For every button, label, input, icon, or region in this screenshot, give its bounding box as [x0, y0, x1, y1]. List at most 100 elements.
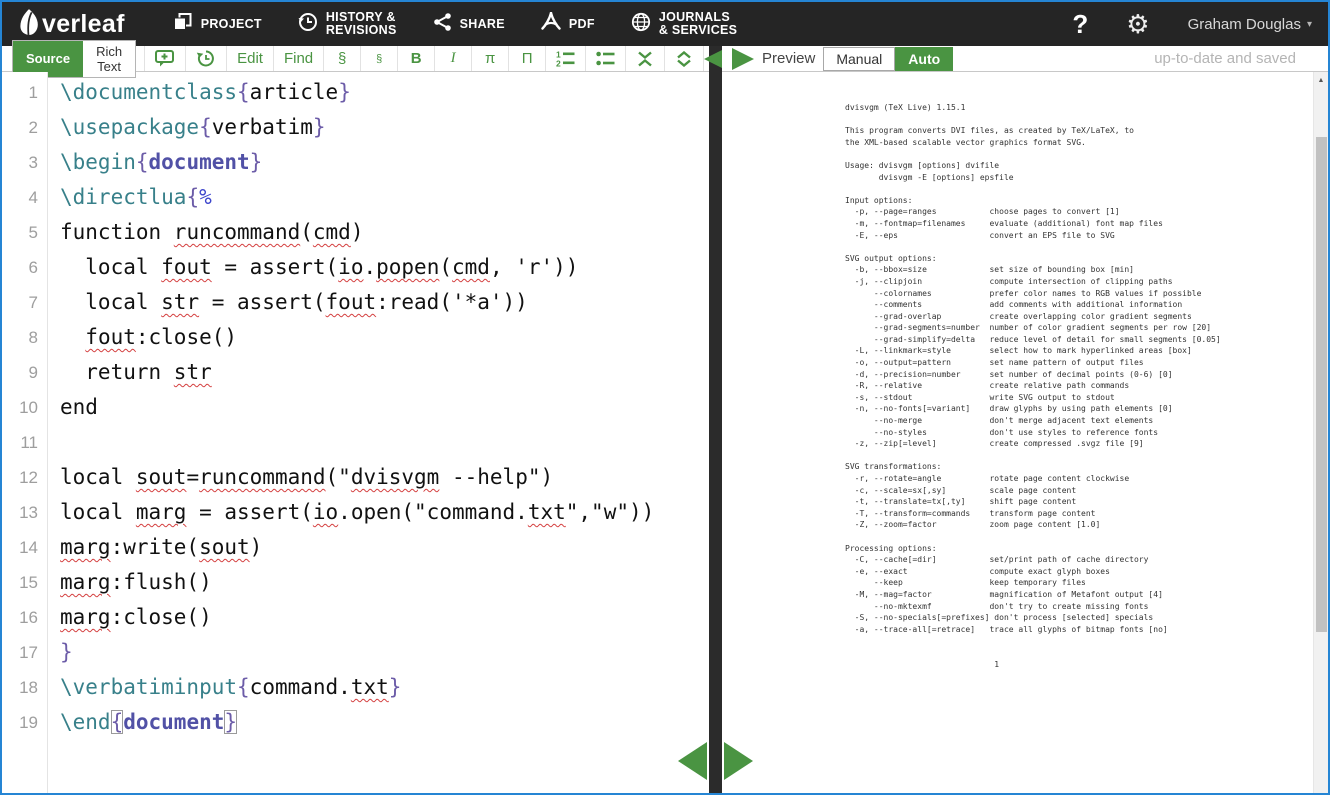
settings-gear-icon[interactable]: ⚙	[1126, 11, 1149, 37]
collapse-lines-button[interactable]	[625, 46, 664, 71]
section-button[interactable]: §	[323, 46, 360, 71]
bottom-collapse-left-arrow[interactable]	[678, 742, 707, 780]
comment-plus-icon	[155, 50, 175, 67]
menu-item-label: JOURNALS& SERVICES	[659, 11, 738, 37]
ordered-list-icon: 12	[556, 50, 575, 67]
expand-lines-button[interactable]	[664, 46, 704, 71]
caret-down-icon: ▾	[1307, 19, 1312, 30]
line-content: marg:flush()	[48, 565, 212, 600]
line-content: \documentclass{article}	[48, 75, 351, 110]
code-line[interactable]: 1\documentclass{article}	[2, 75, 709, 110]
menu-item-label: PROJECT	[201, 18, 262, 31]
inline-math-button[interactable]: π	[471, 46, 508, 71]
code-line[interactable]: 8 fout:close()	[2, 320, 709, 355]
auto-compile-button[interactable]: Auto	[895, 47, 953, 71]
code-line[interactable]: 17}	[2, 635, 709, 670]
line-content: }	[48, 635, 73, 670]
pdf-text: dvisvgm (TeX Live) 1.15.1 This program c…	[845, 102, 1221, 670]
line-number: 11	[2, 425, 48, 460]
code-line[interactable]: 14marg:write(sout)	[2, 530, 709, 565]
line-content: \usepackage{verbatim}	[48, 110, 326, 145]
pane-splitter[interactable]	[709, 46, 722, 793]
code-line[interactable]: 12local sout=runcommand("dvisvgm --help"…	[2, 460, 709, 495]
code-line[interactable]: 6 local fout = assert(io.popen(cmd, 'r')…	[2, 250, 709, 285]
share-nodes-icon	[433, 13, 452, 36]
code-line[interactable]: 13local marg = assert(io.open("command.t…	[2, 495, 709, 530]
line-number: 7	[2, 285, 48, 320]
line-content: end	[48, 390, 98, 425]
expand-icon	[675, 51, 693, 67]
line-number: 10	[2, 390, 48, 425]
italic-button[interactable]: I	[434, 46, 471, 71]
editor-pane: Source Rich Text EditFind§§BIπΠ12 1\docu…	[2, 46, 709, 793]
line-number: 1	[2, 75, 48, 110]
pdf-acrobat-icon	[541, 12, 561, 37]
edit-menu-button[interactable]: Edit	[226, 46, 273, 71]
user-menu[interactable]: Graham Douglas ▾	[1188, 16, 1312, 33]
preview-pane: Preview Manual Auto up-to-date and saved…	[722, 46, 1328, 793]
line-number: 13	[2, 495, 48, 530]
editor-toolbar: Source Rich Text EditFind§§BIπΠ12	[2, 46, 709, 72]
line-number: 15	[2, 565, 48, 600]
copy-pages-icon	[173, 13, 193, 36]
code-line[interactable]: 9 return str	[2, 355, 709, 390]
menu-item-label: SHARE	[460, 18, 505, 31]
code-line[interactable]: 11	[2, 425, 709, 460]
bullet-list-button[interactable]	[585, 46, 625, 71]
code-line[interactable]: 2\usepackage{verbatim}	[2, 110, 709, 145]
code-line[interactable]: 4\directlua{%	[2, 180, 709, 215]
track-changes-button[interactable]	[185, 46, 226, 71]
code-editor[interactable]: 1\documentclass{article}2\usepackage{ver…	[2, 72, 709, 793]
help-button[interactable]: ?	[1072, 9, 1088, 40]
menu-item-journals[interactable]: JOURNALS& SERVICES	[631, 11, 738, 37]
code-line[interactable]: 10end	[2, 390, 709, 425]
menu-item-project[interactable]: PROJECT	[173, 13, 262, 36]
subsection-button[interactable]: §	[360, 46, 397, 71]
line-content: \begin{document}	[48, 145, 262, 180]
code-line[interactable]: 7 local str = assert(fout:read('*a'))	[2, 285, 709, 320]
code-line[interactable]: 19\end{document}	[2, 705, 709, 740]
menu-item-pdf[interactable]: PDF	[541, 12, 595, 37]
overleaf-logo[interactable]: verleaf	[18, 8, 125, 41]
unordered-list-icon	[596, 50, 615, 67]
line-number: 8	[2, 320, 48, 355]
menu-item-share[interactable]: SHARE	[433, 13, 505, 36]
history-clock-icon	[298, 12, 318, 37]
menu-item-history[interactable]: HISTORY &REVISIONS	[298, 11, 397, 37]
line-number: 17	[2, 635, 48, 670]
line-content: return str	[48, 355, 212, 390]
bottom-expand-right-arrow[interactable]	[724, 742, 753, 780]
collapse-icon	[636, 51, 654, 67]
line-content: local fout = assert(io.popen(cmd, 'r'))	[48, 250, 578, 285]
code-line[interactable]: 5function runcommand(cmd)	[2, 215, 709, 250]
top-header: verleaf PROJECT HISTORY &REVISIONS SHARE PD…	[2, 2, 1328, 46]
manual-compile-button[interactable]: Manual	[823, 47, 895, 71]
line-content: fout:close()	[48, 320, 237, 355]
line-number: 18	[2, 670, 48, 705]
add-comment-button[interactable]	[144, 46, 185, 71]
scroll-up-arrow-icon[interactable]: ▲	[1314, 72, 1328, 88]
code-line[interactable]: 3\begin{document}	[2, 145, 709, 180]
expand-preview-arrow[interactable]	[732, 48, 754, 70]
line-content: marg:write(sout)	[48, 530, 262, 565]
numbered-list-button[interactable]: 12	[545, 46, 585, 71]
line-number: 5	[2, 215, 48, 250]
code-line[interactable]: 16marg:close()	[2, 600, 709, 635]
preview-toolbar: Preview Manual Auto up-to-date and saved	[722, 46, 1328, 72]
overleaf-window: verleaf PROJECT HISTORY &REVISIONS SHARE PD…	[0, 0, 1330, 795]
line-content: \end{document}	[48, 705, 237, 740]
preview-scrollbar[interactable]: ▲	[1313, 72, 1328, 793]
menu-item-label: PDF	[569, 18, 595, 31]
display-math-button[interactable]: Π	[508, 46, 545, 71]
header-menu: PROJECT HISTORY &REVISIONS SHARE PDF JOURNAL…	[173, 11, 738, 37]
line-number: 9	[2, 355, 48, 390]
pdf-preview: dvisvgm (TeX Live) 1.15.1 This program c…	[722, 72, 1328, 793]
line-number: 12	[2, 460, 48, 495]
line-content: \verbatiminput{command.txt}	[48, 670, 401, 705]
code-line[interactable]: 15marg:flush()	[2, 565, 709, 600]
scrollbar-thumb[interactable]	[1316, 137, 1327, 632]
find-button[interactable]: Find	[273, 46, 323, 71]
bold-button[interactable]: B	[397, 46, 434, 71]
line-content: marg:close()	[48, 600, 212, 635]
code-line[interactable]: 18\verbatiminput{command.txt}	[2, 670, 709, 705]
